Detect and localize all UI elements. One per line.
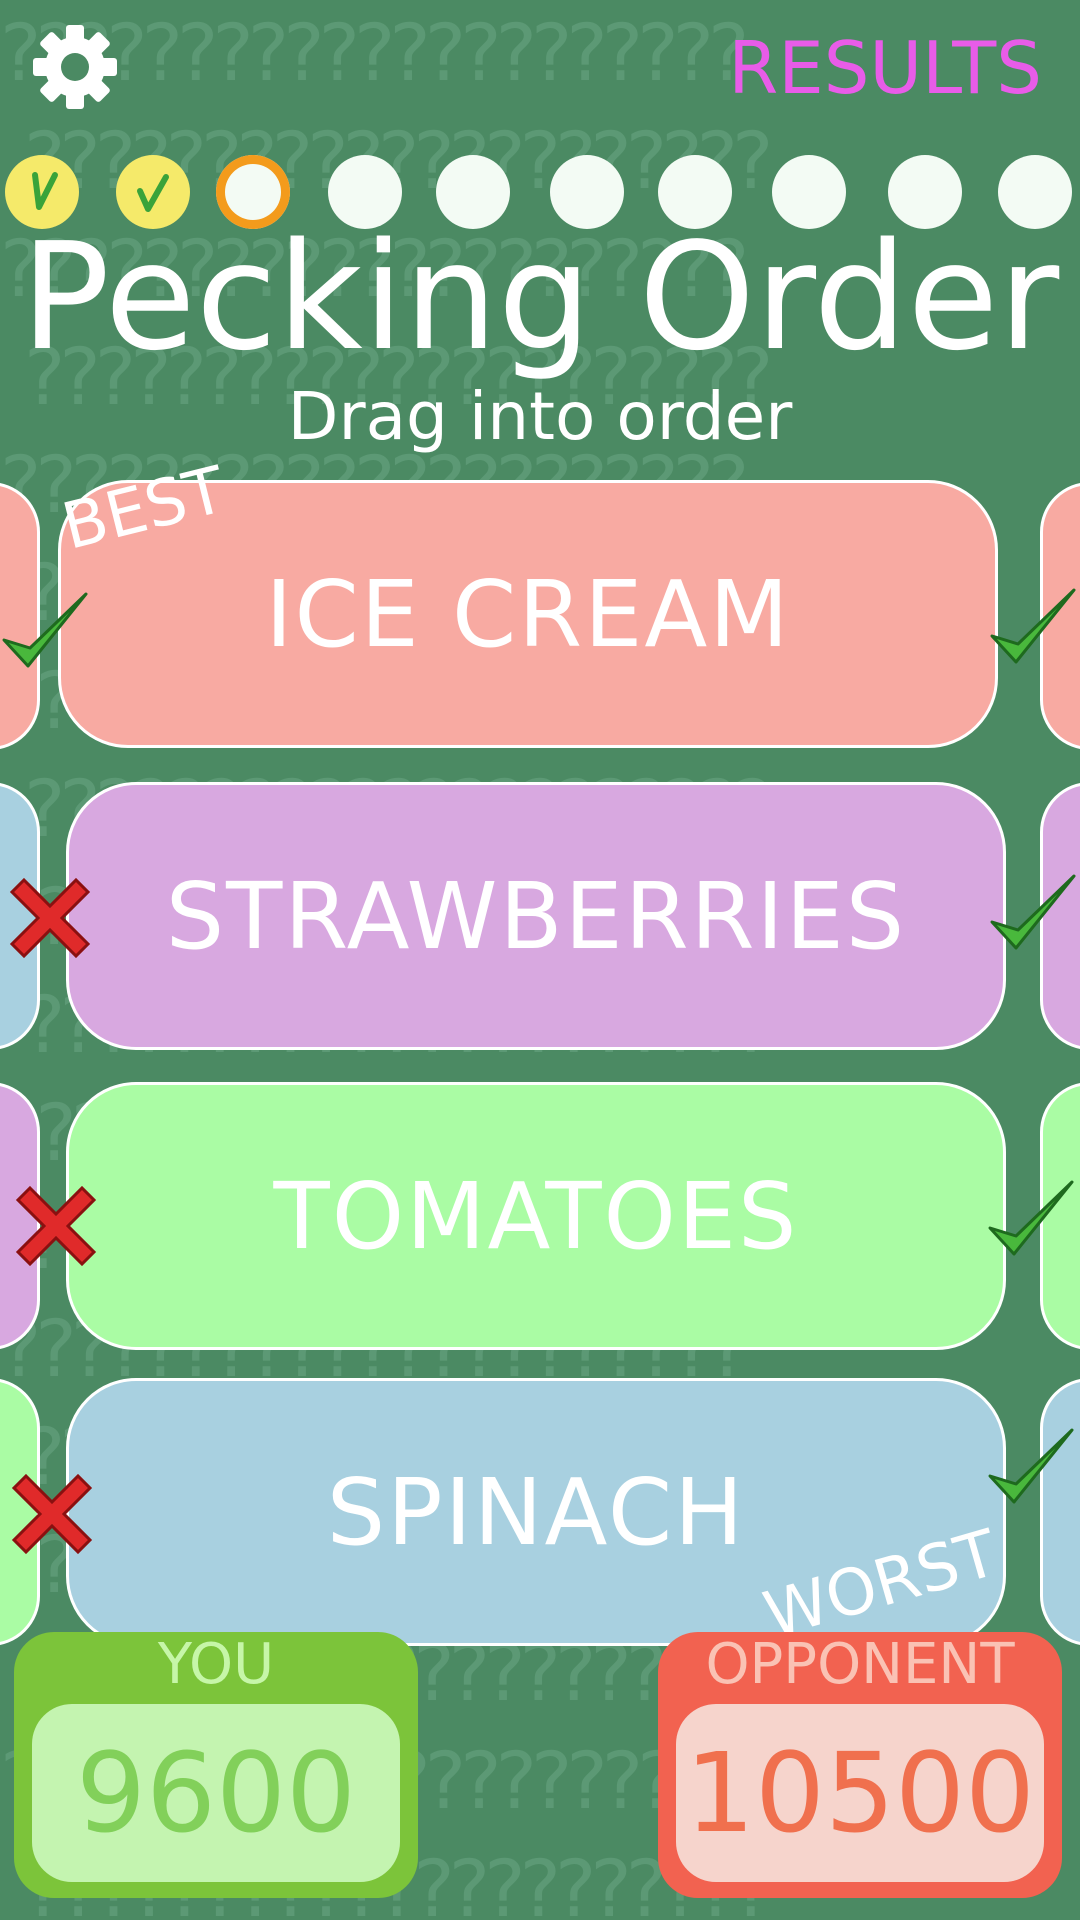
rank-item-2[interactable]: STRAWBERRIES xyxy=(66,782,1006,1050)
you-score-panel: YOU 9600 xyxy=(14,1632,418,1898)
check-icon xyxy=(988,1428,1074,1504)
cross-icon xyxy=(9,877,91,959)
gear-icon xyxy=(33,25,117,109)
check-icon xyxy=(990,588,1076,664)
results-button[interactable]: RESULTS xyxy=(728,26,1042,110)
opponent-label: OPPONENT xyxy=(705,1632,1015,1697)
cross-icon xyxy=(11,1473,93,1555)
check-icon xyxy=(988,1180,1074,1256)
check-icon xyxy=(2,592,88,668)
game-title: Pecking Order xyxy=(20,211,1060,383)
check-icon xyxy=(990,874,1076,950)
you-score: 9600 xyxy=(32,1704,400,1882)
cross-icon xyxy=(15,1185,97,1267)
settings-button[interactable] xyxy=(30,22,120,112)
opponent-score: 10500 xyxy=(676,1704,1044,1882)
game-instructions: Drag into order xyxy=(287,378,793,455)
you-label: YOU xyxy=(157,1632,275,1697)
rank-item-3[interactable]: TOMATOES xyxy=(66,1082,1006,1350)
opponent-score-panel: OPPONENT 10500 xyxy=(658,1632,1062,1898)
